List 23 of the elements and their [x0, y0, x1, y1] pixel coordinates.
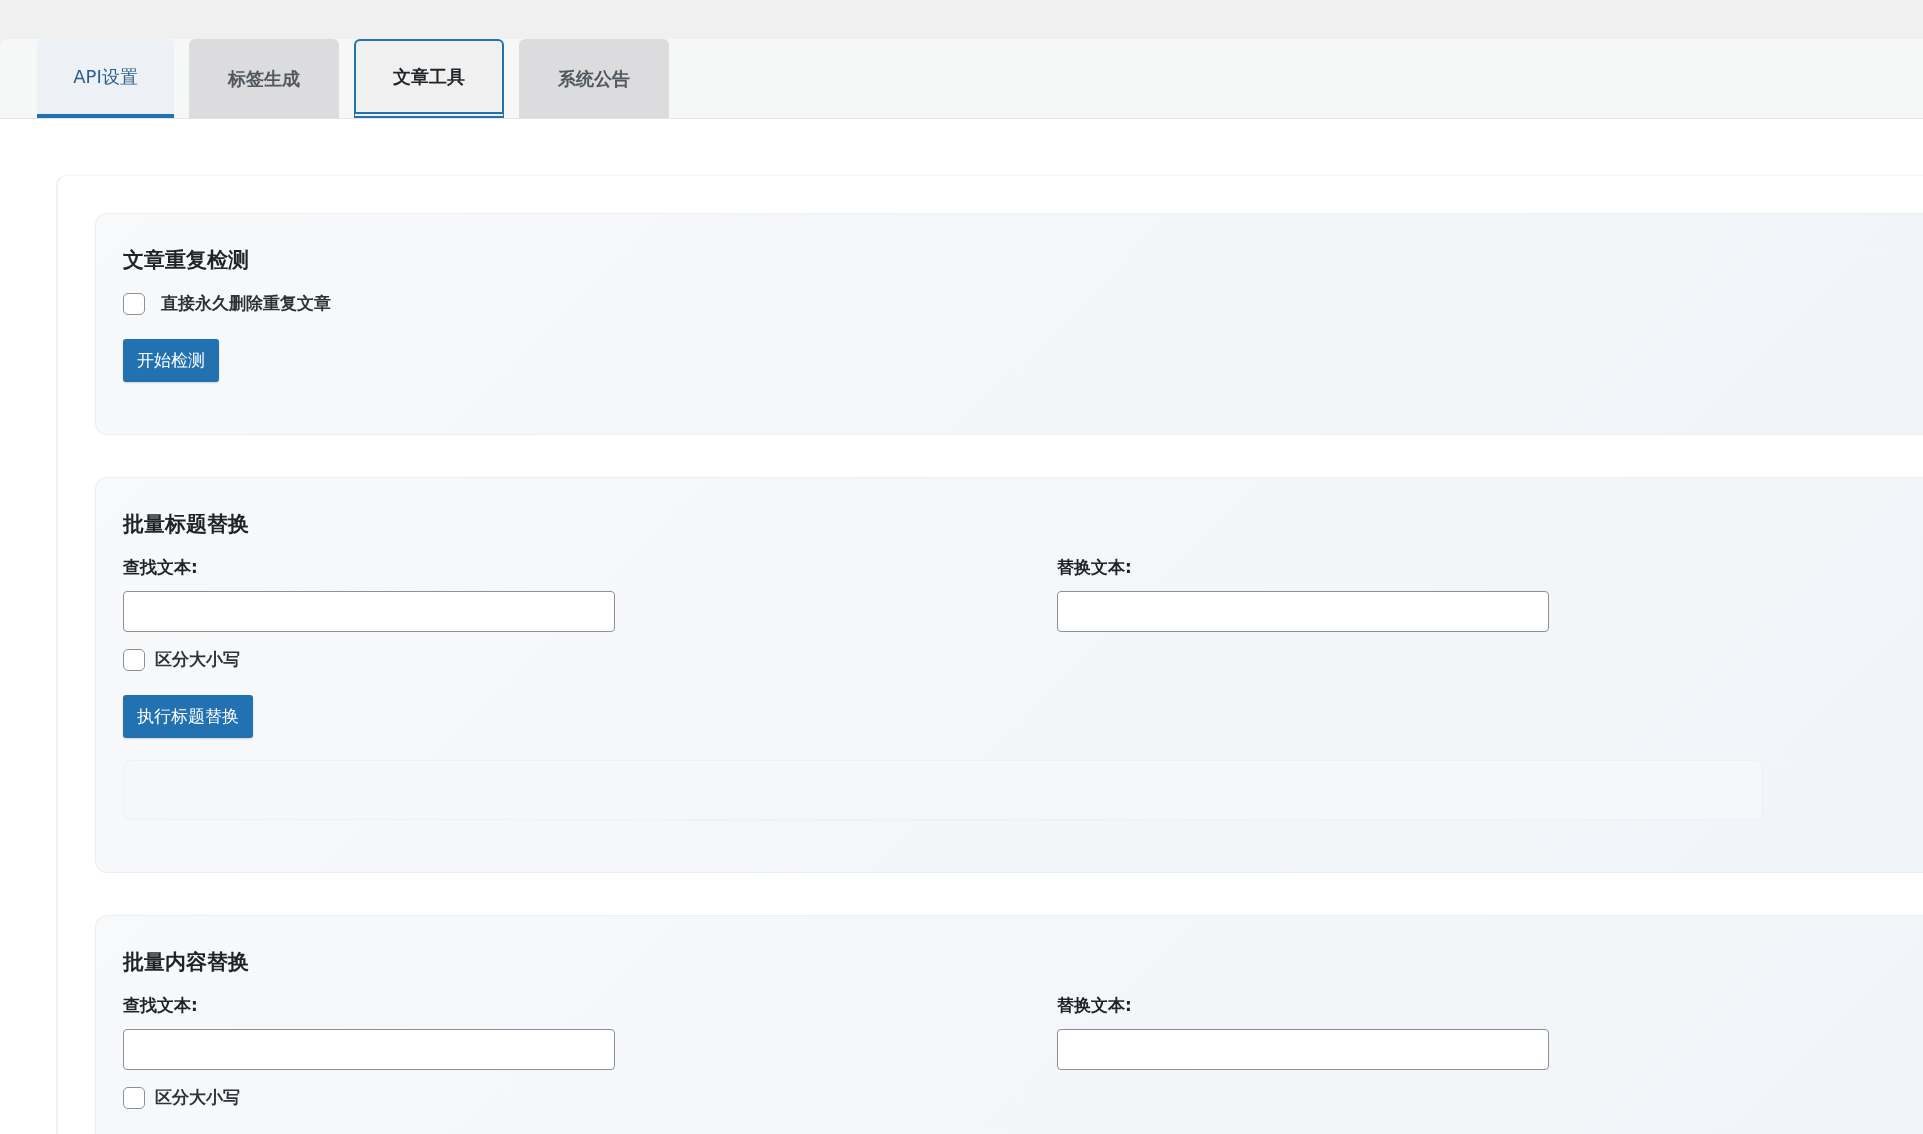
field-label: 查找文本: — [123, 994, 199, 1017]
action-button[interactable]: 开始检测 — [123, 339, 219, 382]
checkbox-label: 区分大小写 — [155, 648, 240, 671]
checkbox[interactable] — [123, 648, 145, 671]
text-input[interactable] — [1057, 591, 1549, 632]
tab[interactable]: 标签生成 — [189, 39, 339, 118]
tab[interactable]: 文章工具 — [354, 39, 504, 118]
action-button[interactable]: 执行标题替换 — [123, 695, 253, 738]
checkbox[interactable] — [123, 292, 145, 315]
checkbox-label: 区分大小写 — [155, 1086, 240, 1109]
field-label: 替换文本: — [1057, 994, 1133, 1017]
tab[interactable]: API设置 — [37, 39, 174, 118]
section-title: 文章重复检测 — [123, 247, 250, 274]
tab[interactable]: 系统公告 — [519, 39, 669, 118]
field-label: 查找文本: — [123, 556, 199, 579]
checkbox-label: 直接永久删除重复文章 — [161, 292, 331, 315]
field-label: 替换文本: — [1057, 556, 1133, 579]
section-title: 批量标题替换 — [123, 511, 250, 538]
text-input[interactable] — [123, 1029, 615, 1070]
section-title: 批量内容替换 — [123, 949, 250, 976]
text-input[interactable] — [123, 591, 615, 632]
text-input[interactable] — [1057, 1029, 1549, 1070]
checkbox[interactable] — [123, 1086, 145, 1109]
